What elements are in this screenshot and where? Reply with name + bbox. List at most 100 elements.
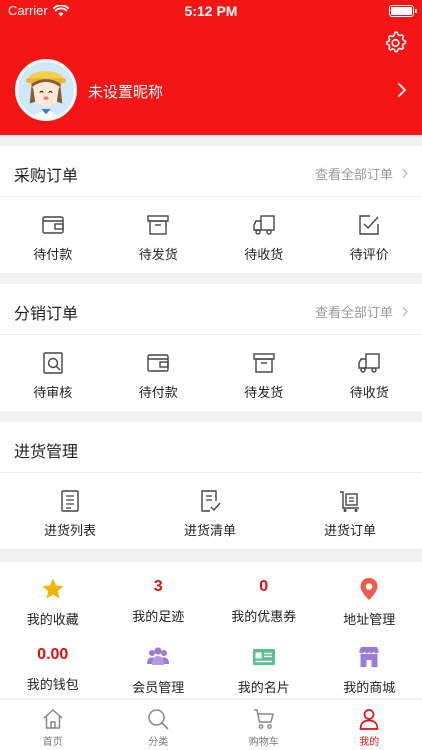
stock-item-label: 进货清单 (183, 523, 236, 538)
view-all-label: 查看全部订单 (314, 305, 393, 320)
coupons-count: 0 (259, 578, 269, 595)
avatar-illustration (18, 62, 74, 118)
stock-management-header: 进货管理 (0, 422, 422, 473)
stock-management-row: 进货列表 进货清单 进货订单 (0, 473, 422, 549)
box-icon (253, 353, 275, 373)
distribution-orders-header: 分销订单 查看全部订单 (0, 284, 422, 335)
purchase-pending-payment[interactable]: 待付款 (0, 197, 106, 273)
view-all-distribution-orders-link[interactable]: 查看全部订单 (315, 302, 408, 321)
battery-icon (389, 5, 417, 17)
truck-icon (253, 215, 275, 235)
purchase-orders-title: 采购订单 (14, 168, 79, 185)
distribution-orders-title: 分销订单 (14, 306, 79, 323)
my-shop[interactable]: 我的商城 (317, 630, 422, 698)
stock-list[interactable]: 进货列表 (0, 473, 140, 549)
tab-cart[interactable]: 购物车 (211, 700, 317, 750)
profile-header: Carrier 5:12 PM 未设置昵称 (0, 0, 422, 135)
status-label: 待付款 (33, 247, 73, 262)
distribution-pending-payment[interactable]: 待付款 (106, 335, 212, 411)
distribution-order-status-row: 待审核 待付款 待发货 待收货 (0, 335, 422, 411)
settings-gear-icon[interactable] (384, 31, 408, 55)
grid-label: 我的足迹 (132, 609, 185, 624)
tab-label: 首页 (42, 737, 63, 748)
grid-label: 我的收藏 (26, 612, 79, 627)
grid-row: 0.00 我的钱包 会员管理 我的名片 我的商城 (0, 630, 422, 698)
my-wallet[interactable]: 0.00 我的钱包 (0, 630, 106, 698)
stock-management-card: 进货管理 进货列表 进货清单 进货订单 (0, 422, 422, 549)
cart-order-icon (340, 491, 359, 512)
home-icon (43, 709, 63, 729)
tab-mine[interactable]: 我的 (317, 700, 422, 750)
tab-label: 分类 (148, 737, 169, 748)
my-business-card[interactable]: 我的名片 (211, 630, 317, 698)
chevron-right-icon (402, 168, 408, 179)
chevron-right-icon (402, 306, 408, 317)
distribution-pending-receipt[interactable]: 待收货 (317, 335, 422, 411)
tab-category[interactable]: 分类 (106, 700, 212, 750)
footprints-count: 3 (153, 578, 163, 595)
audit-icon (43, 352, 63, 374)
avatar[interactable] (15, 59, 77, 121)
members-icon (147, 647, 170, 665)
wallet-icon (42, 216, 64, 234)
search-icon (148, 709, 169, 730)
address-management[interactable]: 地址管理 (317, 562, 422, 630)
distribution-orders-card: 分销订单 查看全部订单 待审核 待付款 待发货 待收货 (0, 284, 422, 411)
stock-item-label: 进货列表 (43, 523, 96, 538)
member-management[interactable]: 会员管理 (106, 630, 212, 698)
location-icon (360, 578, 378, 600)
my-footprints[interactable]: 3 我的足迹 (106, 562, 212, 630)
wallet-icon (147, 354, 169, 372)
wallet-balance: 0.00 (37, 646, 69, 663)
purchase-orders-card: 采购订单 查看全部订单 待付款 待发货 待收货 待评价 (0, 146, 422, 273)
card-icon (252, 649, 275, 665)
stock-orders[interactable]: 进货订单 (280, 473, 420, 549)
chevron-right-icon[interactable] (397, 82, 407, 98)
checklist-icon (201, 490, 221, 512)
status-time: 5:12 PM (184, 3, 238, 19)
status-label: 待付款 (138, 385, 178, 400)
stock-checklist[interactable]: 进货清单 (140, 473, 280, 549)
grid-label: 我的钱包 (26, 677, 79, 692)
my-favorites[interactable]: 我的收藏 (0, 562, 106, 630)
user-icon (359, 709, 379, 730)
shop-icon (359, 647, 380, 667)
grid-label: 我的名片 (237, 680, 290, 695)
nickname-label[interactable]: 未设置昵称 (88, 81, 163, 102)
purchase-pending-receipt[interactable]: 待收货 (211, 197, 317, 273)
distribution-pending-audit[interactable]: 待审核 (0, 335, 106, 411)
status-label: 待收货 (349, 385, 389, 400)
grid-label: 我的优惠券 (231, 609, 297, 624)
tab-label: 购物车 (248, 737, 279, 748)
purchase-orders-header: 采购订单 查看全部订单 (0, 146, 422, 197)
quick-access-grid: 我的收藏 3 我的足迹 0 我的优惠券 地址管理 0.00 我的钱包 会员管理 … (0, 562, 422, 698)
box-icon (147, 215, 169, 235)
grid-label: 地址管理 (343, 612, 396, 627)
grid-label: 我的商城 (343, 680, 396, 695)
status-label: 待审核 (33, 385, 73, 400)
grid-row: 我的收藏 3 我的足迹 0 我的优惠券 地址管理 (0, 562, 422, 630)
tab-home[interactable]: 首页 (0, 700, 106, 750)
review-icon (359, 215, 379, 235)
status-label: 待发货 (244, 385, 284, 400)
status-label: 待发货 (138, 247, 178, 262)
purchase-order-status-row: 待付款 待发货 待收货 待评价 (0, 197, 422, 273)
cart-icon (253, 709, 274, 729)
my-coupons[interactable]: 0 我的优惠券 (211, 562, 317, 630)
tab-label: 我的 (359, 737, 380, 748)
bottom-tab-bar: 首页 分类 购物车 我的 (0, 699, 422, 750)
purchase-pending-shipment[interactable]: 待发货 (106, 197, 212, 273)
list-icon (61, 490, 79, 512)
distribution-pending-shipment[interactable]: 待发货 (211, 335, 317, 411)
truck-icon (358, 353, 380, 373)
stock-management-title: 进货管理 (14, 444, 79, 461)
view-all-purchase-orders-link[interactable]: 查看全部订单 (315, 164, 408, 183)
grid-label: 会员管理 (132, 680, 185, 695)
status-label: 待评价 (349, 247, 389, 262)
stock-item-label: 进货订单 (323, 523, 376, 538)
status-bar: Carrier 5:12 PM (0, 0, 422, 22)
status-label: 待收货 (244, 247, 284, 262)
view-all-label: 查看全部订单 (314, 167, 393, 182)
star-icon (42, 578, 64, 599)
purchase-pending-review[interactable]: 待评价 (317, 197, 422, 273)
